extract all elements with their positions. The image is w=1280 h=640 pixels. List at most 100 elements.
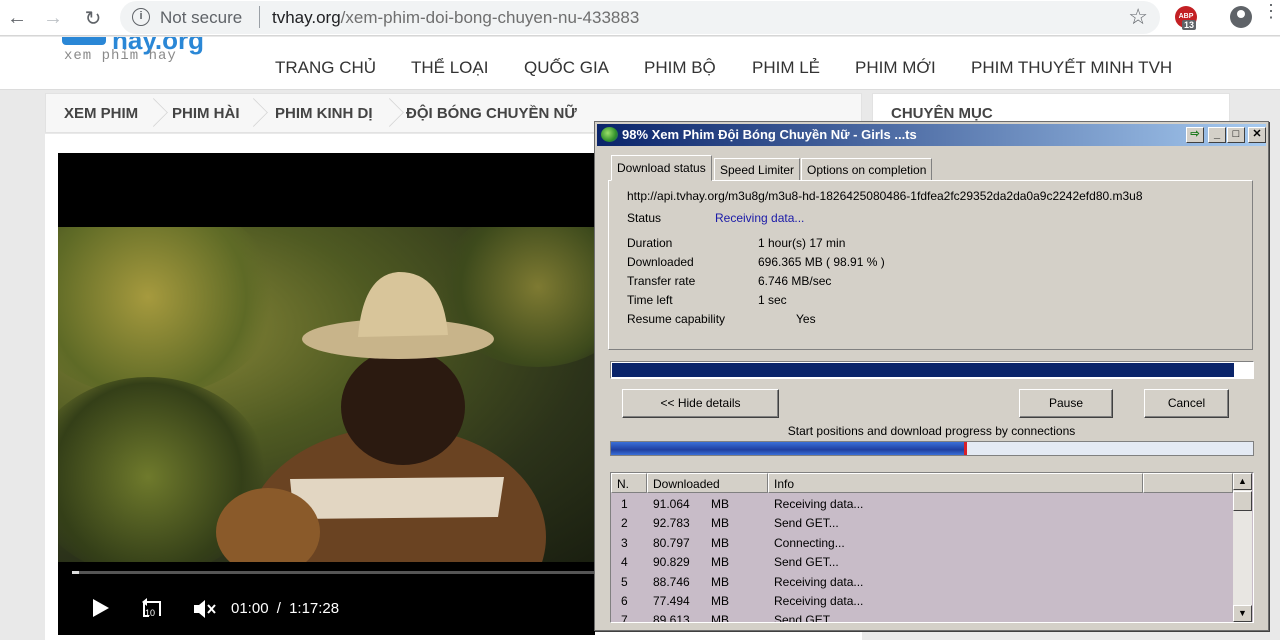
connections-progress-bar: [610, 441, 1254, 456]
downloaded-label: Downloaded: [627, 255, 694, 269]
more-menu-icon[interactable]: ⋮: [1262, 2, 1280, 20]
table-row[interactable]: 6 77.494 MB Receiving data...: [611, 592, 1231, 611]
back-arrow-icon[interactable]: ←: [4, 5, 30, 31]
address-divider: [259, 6, 260, 28]
connections-caption: Start positions and download progress by…: [787, 424, 1076, 438]
nav-phim-moi[interactable]: PHIM MỚI: [855, 58, 936, 78]
url-text[interactable]: tvhay.org/xem-phim-doi-bong-chuyen-nu-43…: [272, 8, 639, 28]
minimize-button[interactable]: _: [1208, 127, 1226, 143]
breadcrumb-separator: [382, 94, 396, 132]
bookmark-star-icon[interactable]: ☆: [1128, 4, 1148, 30]
pause-button[interactable]: Pause: [1019, 389, 1113, 418]
play-icon[interactable]: [91, 597, 111, 624]
scroll-up-icon[interactable]: ▲: [1233, 473, 1252, 490]
connection-number: 1: [621, 497, 628, 511]
scroll-thumb[interactable]: [1233, 491, 1252, 511]
connection-downloaded: 91.064: [653, 497, 690, 511]
hair-shape: [341, 349, 465, 465]
nav-phim-le[interactable]: PHIM LẺ: [752, 58, 820, 78]
current-time: 01:00: [231, 600, 269, 617]
nav-phim-thuyet-minh[interactable]: PHIM THUYẾT MINH TVH: [971, 58, 1172, 78]
column-header-blank: [1143, 473, 1233, 493]
table-row[interactable]: 3 80.797 MB Connecting...: [611, 534, 1231, 553]
status-panel: http://api.tvhay.org/m3u8g/m3u8-hd-18264…: [608, 180, 1253, 350]
connection-unit: MB: [711, 516, 729, 531]
table-row[interactable]: 4 90.829 MB Send GET...: [611, 553, 1231, 572]
security-label[interactable]: Not secure: [160, 8, 242, 28]
table-row[interactable]: 2 92.783 MB Send GET...: [611, 514, 1231, 533]
duration-value: 1 hour(s) 17 min: [758, 236, 846, 250]
connection-info: Send GET...: [774, 555, 839, 570]
tab-options-on-completion[interactable]: Options on completion: [801, 158, 933, 181]
logo-tagline: xem phim hay: [64, 48, 177, 64]
status-value: Receiving data...: [715, 211, 805, 225]
connections-table: N. Downloaded Info 1 91.064 MB Receiving da…: [610, 472, 1254, 623]
hat-crown-shape: [358, 271, 448, 337]
connection-info: Receiving data...: [774, 574, 864, 589]
tab-download-status[interactable]: Download status: [611, 155, 712, 181]
connections-progress-fill: [611, 442, 964, 455]
table-scrollbar[interactable]: ▲ ▼: [1233, 473, 1252, 622]
video-player[interactable]: 10 01:00 / 1:17:28: [58, 153, 595, 635]
breadcrumb-separator: [246, 94, 260, 132]
nav-the-loai[interactable]: THỂ LOẠI: [411, 58, 488, 78]
connection-number: 4: [621, 555, 628, 570]
cancel-button[interactable]: Cancel: [1144, 389, 1229, 418]
download-dialog: 98% Xem Phim Đội Bóng Chuyền Nữ - Girls …: [594, 121, 1269, 631]
resume-capability-label: Resume capability: [627, 312, 726, 326]
idm-globe-icon: [601, 127, 618, 142]
breadcrumb-phim-hai[interactable]: PHIM HÀI: [172, 105, 240, 122]
time-display: 01:00 / 1:17:28: [231, 600, 339, 617]
video-frame[interactable]: [58, 227, 595, 562]
profile-avatar-icon[interactable]: [1230, 6, 1252, 28]
column-header-info[interactable]: Info: [768, 473, 1143, 493]
idm-grabber-icon[interactable]: ⇨: [1186, 127, 1204, 143]
overall-progress-bar: [610, 361, 1254, 379]
connection-number: 6: [621, 594, 628, 608]
rewind-10-icon[interactable]: 10: [139, 596, 165, 627]
nav-quoc-gia[interactable]: QUỐC GIA: [524, 58, 609, 78]
close-button[interactable]: ✕: [1248, 127, 1266, 143]
breadcrumb-xem-phim[interactable]: XEM PHIM: [64, 105, 138, 122]
info-icon[interactable]: i: [132, 8, 150, 26]
time-left-label: Time left: [627, 293, 673, 307]
adblock-count-badge: 13: [1182, 20, 1197, 30]
url-path: /xem-phim-doi-bong-chuyen-nu-433883: [340, 8, 640, 27]
video-scene: [216, 271, 546, 562]
dialog-title: 98% Xem Phim Đội Bóng Chuyền Nữ - Girls …: [622, 127, 917, 142]
fringe-shape: [290, 477, 504, 519]
address-bar[interactable]: i Not secure tvhay.org/xem-phim-doi-bong…: [120, 1, 1160, 34]
rewind-seconds: 10: [145, 608, 156, 618]
table-row[interactable]: 5 88.746 MB Receiving data...: [611, 573, 1231, 592]
seek-track[interactable]: [72, 571, 595, 574]
column-header-downloaded[interactable]: Downloaded: [647, 473, 768, 493]
site-header: hay.org xem phim hay TRANG CHỦ THỂ LOẠI …: [0, 37, 1280, 90]
status-label: Status: [627, 211, 662, 225]
maximize-button[interactable]: □: [1227, 127, 1245, 143]
connection-downloaded: 92.783: [653, 516, 690, 531]
scroll-down-icon[interactable]: ▼: [1233, 605, 1252, 622]
breadcrumb-phim-kinh-di[interactable]: PHIM KINH DỊ: [275, 105, 373, 122]
total-time: 1:17:28: [289, 600, 340, 617]
connection-unit: MB: [711, 555, 729, 570]
breadcrumb-current[interactable]: ĐỘI BÓNG CHUYỀN NỮ: [406, 105, 577, 122]
table-row[interactable]: 1 91.064 MB Receiving data...: [611, 495, 1231, 514]
connection-unit: MB: [711, 613, 729, 623]
connection-downloaded: 80.797: [653, 535, 690, 550]
connection-unit: MB: [711, 594, 729, 608]
hide-details-button[interactable]: << Hide details: [622, 389, 779, 418]
connection-info: Connecting...: [774, 535, 845, 550]
dialog-titlebar[interactable]: 98% Xem Phim Đội Bóng Chuyền Nữ - Girls …: [597, 124, 1266, 146]
site-logo[interactable]: hay.org xem phim hay: [60, 37, 230, 77]
column-header-number[interactable]: N.: [611, 473, 647, 493]
nav-phim-bo[interactable]: PHIM BỘ: [644, 58, 716, 78]
forward-arrow-icon[interactable]: →: [40, 5, 66, 31]
tab-speed-limiter[interactable]: Speed Limiter: [714, 158, 801, 181]
connection-downloaded: 77.494: [653, 594, 690, 608]
table-row[interactable]: 7 89.613 MB Send GET...: [611, 611, 1231, 623]
connection-info: Send GET...: [774, 613, 839, 623]
reload-icon[interactable]: ↻: [80, 5, 106, 31]
mute-icon[interactable]: [192, 598, 218, 625]
url-host: tvhay.org: [272, 8, 341, 27]
nav-trang-chu[interactable]: TRANG CHỦ: [275, 58, 376, 78]
